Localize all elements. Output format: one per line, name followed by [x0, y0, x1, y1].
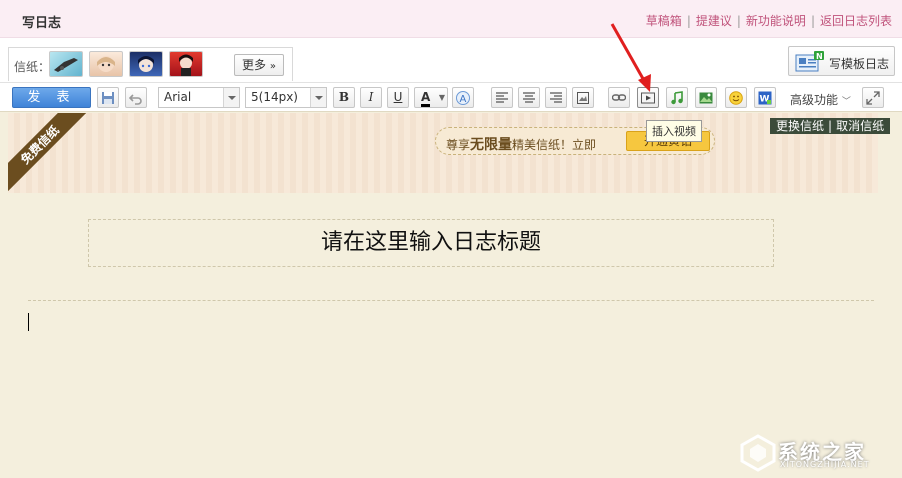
caret-down-icon: ▼ [438, 93, 445, 102]
header-links: 草稿箱 | 提建议 | 新功能说明 | 返回日志列表 [645, 14, 892, 28]
paper-selector: 信纸： 更多 » [8, 47, 293, 81]
more-papers-button[interactable]: 更多 » [234, 54, 284, 76]
save-icon [102, 92, 114, 104]
title-input[interactable]: 请在这里输入日志标题 [88, 219, 774, 267]
underline-button[interactable]: U [387, 87, 409, 108]
fullscreen-button[interactable] [862, 87, 884, 108]
paper-thumb-1[interactable] [49, 51, 83, 77]
watermark: 系统之家 XITONGZHIJIA.NET [738, 432, 898, 472]
expand-icon [866, 91, 880, 105]
title-divider [28, 300, 874, 301]
feedback-link[interactable]: 提建议 [696, 14, 732, 28]
paper-actions: 更换信纸 | 取消信纸 [770, 118, 891, 134]
chevron-down-icon [310, 88, 326, 107]
font-size-select[interactable]: 5(14px) [245, 87, 327, 108]
save-button[interactable] [97, 87, 119, 108]
red-arrow-icon [610, 23, 651, 92]
new-features-link[interactable]: 新功能说明 [746, 14, 806, 28]
align-left-icon [496, 92, 508, 103]
smiley-icon [729, 91, 743, 105]
insert-emoji-button[interactable] [725, 87, 747, 108]
font-family-select[interactable]: Arial [158, 87, 240, 108]
double-chevron-down-icon: » [269, 61, 276, 72]
insert-word-button[interactable]: W [754, 87, 776, 108]
svg-text:N: N [816, 52, 823, 61]
insert-music-button[interactable] [666, 87, 688, 108]
align-right-button[interactable] [545, 87, 567, 108]
paper-row: 信纸： 更多 » N 写模板日志 [0, 38, 902, 82]
paper-thumb-4[interactable] [169, 51, 203, 77]
insert-photo-button[interactable] [695, 87, 717, 108]
text-caret [28, 313, 29, 331]
paper-label: 信纸： [14, 60, 51, 74]
word-document-icon: W [758, 91, 772, 105]
paper-thumb-3[interactable] [129, 51, 163, 77]
paper-banner: 免费信纸 尊享无限量精美信纸！立即 开通黄钻 [8, 113, 878, 193]
top-header: 写日志 草稿箱 | 提建议 | 新功能说明 | 返回日志列表 [0, 0, 902, 38]
font-color-button[interactable]: A ▼ [414, 87, 448, 108]
picture-frame-icon [577, 92, 589, 104]
paper-thumb-2[interactable] [89, 51, 123, 77]
cancel-paper-link[interactable]: 取消信纸 [836, 119, 884, 133]
text-highlight-icon: A [456, 91, 470, 105]
highlight-button[interactable]: A [452, 87, 474, 108]
svg-text:A: A [460, 94, 467, 105]
photo-icon [699, 92, 713, 104]
align-right-icon [550, 92, 562, 103]
page-title: 写日志 [22, 16, 62, 31]
advanced-features-menu[interactable]: 高级功能 ﹀ [790, 91, 851, 108]
insert-video-tooltip: 插入视频 [646, 120, 702, 142]
template-diary-button[interactable]: N 写模板日志 [788, 46, 895, 76]
editor-toolbar: 发 表 Arial 5(14px) B I U A ▼ A W 高级功能 ﹀ [0, 82, 902, 112]
editor-area[interactable]: 免费信纸 尊享无限量精美信纸！立即 开通黄钻 请在这里输入日志标题 [8, 113, 894, 478]
undo-icon [129, 94, 142, 105]
change-paper-link[interactable]: 更换信纸 [776, 119, 824, 133]
watermark-logo-icon [740, 434, 776, 472]
italic-button[interactable]: I [360, 87, 382, 108]
music-note-icon [671, 91, 683, 105]
back-to-list-link[interactable]: 返回日志列表 [820, 14, 892, 28]
free-paper-ribbon: 免费信纸 [8, 113, 86, 191]
align-left-button[interactable] [491, 87, 513, 108]
bold-button[interactable]: B [333, 87, 355, 108]
chevron-down-icon [223, 88, 239, 107]
chevron-down-icon: ﹀ [841, 97, 851, 107]
align-center-button[interactable] [518, 87, 540, 108]
publish-button[interactable]: 发 表 [12, 87, 91, 108]
align-center-icon [523, 92, 535, 103]
undo-button[interactable] [125, 87, 147, 108]
template-icon: N [795, 51, 824, 72]
insert-image-button[interactable] [572, 87, 594, 108]
